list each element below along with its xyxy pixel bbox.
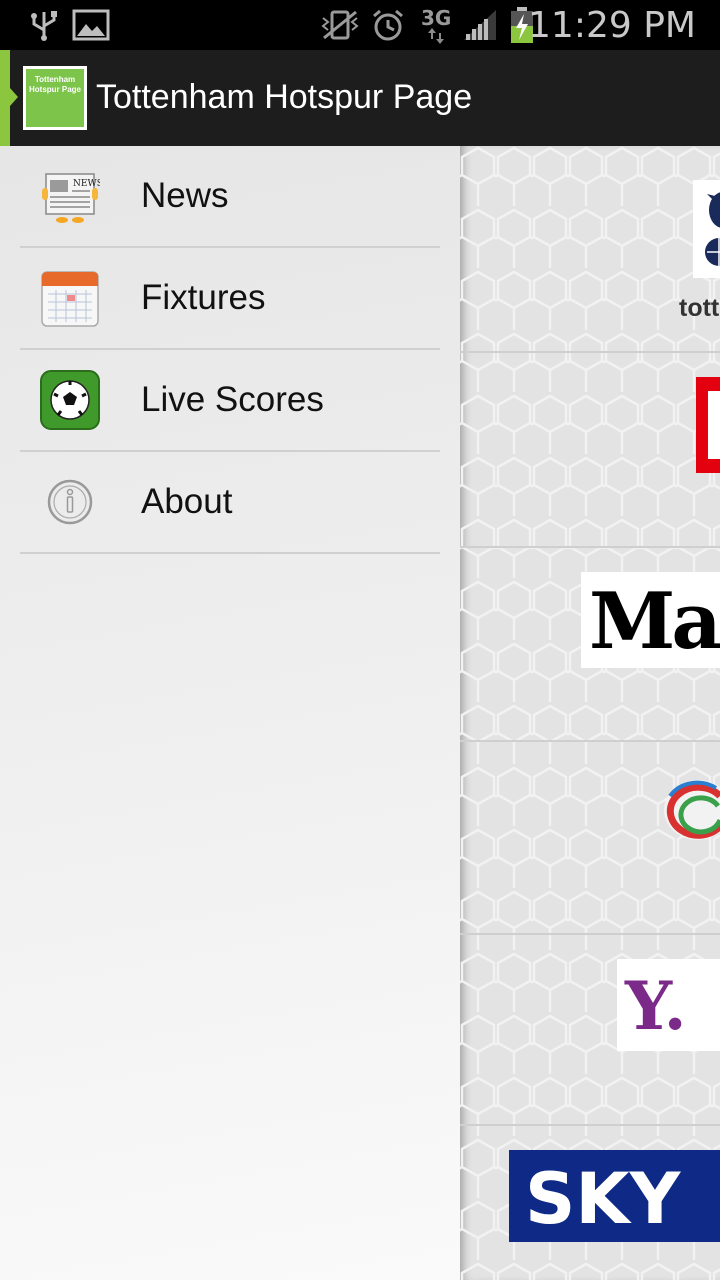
- source-row-espn[interactable]: [460, 742, 720, 933]
- sky-logo-text: SKY: [525, 1158, 681, 1240]
- drawer-item-label: Live Scores: [141, 380, 324, 419]
- image-icon: [72, 9, 110, 41]
- network-type-label: 3G: [421, 6, 452, 30]
- svg-text:NEWS: NEWS: [73, 179, 100, 189]
- drawer-item-news[interactable]: NEWS News: [20, 146, 440, 248]
- drawer-item-label: Fixtures: [141, 278, 266, 317]
- source-row-yahoo[interactable]: Y.: [460, 935, 720, 1124]
- drawer-item-live-scores[interactable]: Live Scores: [20, 350, 440, 452]
- sky-sports-logo: SKY: [509, 1150, 720, 1242]
- info-icon: [47, 479, 93, 525]
- source-row-daily-mail[interactable]: Ma: [460, 548, 720, 740]
- drawer-item-label: News: [141, 176, 229, 215]
- tottenham-caption: tott: [679, 294, 720, 322]
- news-sources-list: tott Ma Y. SKY: [460, 146, 720, 1280]
- app-icon[interactable]: Tottenham Hotspur Page: [23, 66, 87, 130]
- yahoo-logo-text: Y.: [625, 967, 687, 1045]
- drawer-item-label: About: [141, 482, 233, 521]
- daily-mirror-logo: [696, 377, 720, 473]
- daily-mail-logo: Ma: [581, 572, 720, 668]
- data-arrows-icon: [428, 28, 444, 44]
- tottenham-logo: [693, 180, 720, 278]
- yahoo-logo: Y.: [617, 959, 720, 1051]
- navigation-drawer: NEWS News Fixtures Live Scores About: [0, 146, 460, 1280]
- usb-icon: [31, 11, 57, 41]
- vibrate-icon: [321, 10, 359, 40]
- daily-mail-logo-text: Ma: [589, 576, 720, 667]
- source-row-sky-sports[interactable]: SKY: [460, 1126, 720, 1280]
- source-row-tottenham[interactable]: tott: [460, 146, 720, 351]
- app-icon-text: Tottenham Hotspur Page: [26, 69, 84, 127]
- action-bar: Tottenham Hotspur Page Tottenham Hotspur…: [0, 50, 720, 146]
- espn-logo: [664, 780, 720, 840]
- status-time: 11:29 PM: [528, 5, 696, 46]
- soccer-ball-icon: [40, 370, 100, 430]
- drawer-item-fixtures[interactable]: Fixtures: [20, 248, 440, 350]
- calendar-icon: [41, 271, 99, 327]
- source-row-daily-mirror[interactable]: [460, 353, 720, 546]
- drawer-indicator-icon[interactable]: [0, 50, 18, 146]
- app-title: Tottenham Hotspur Page: [96, 78, 473, 116]
- alarm-icon: [373, 9, 403, 41]
- status-bar: 3G 11:29 PM: [0, 0, 720, 50]
- newspaper-icon: NEWS: [42, 173, 100, 223]
- cockerel-icon: [705, 192, 720, 266]
- signal-icon: [464, 10, 496, 40]
- drawer-item-about[interactable]: About: [20, 452, 440, 554]
